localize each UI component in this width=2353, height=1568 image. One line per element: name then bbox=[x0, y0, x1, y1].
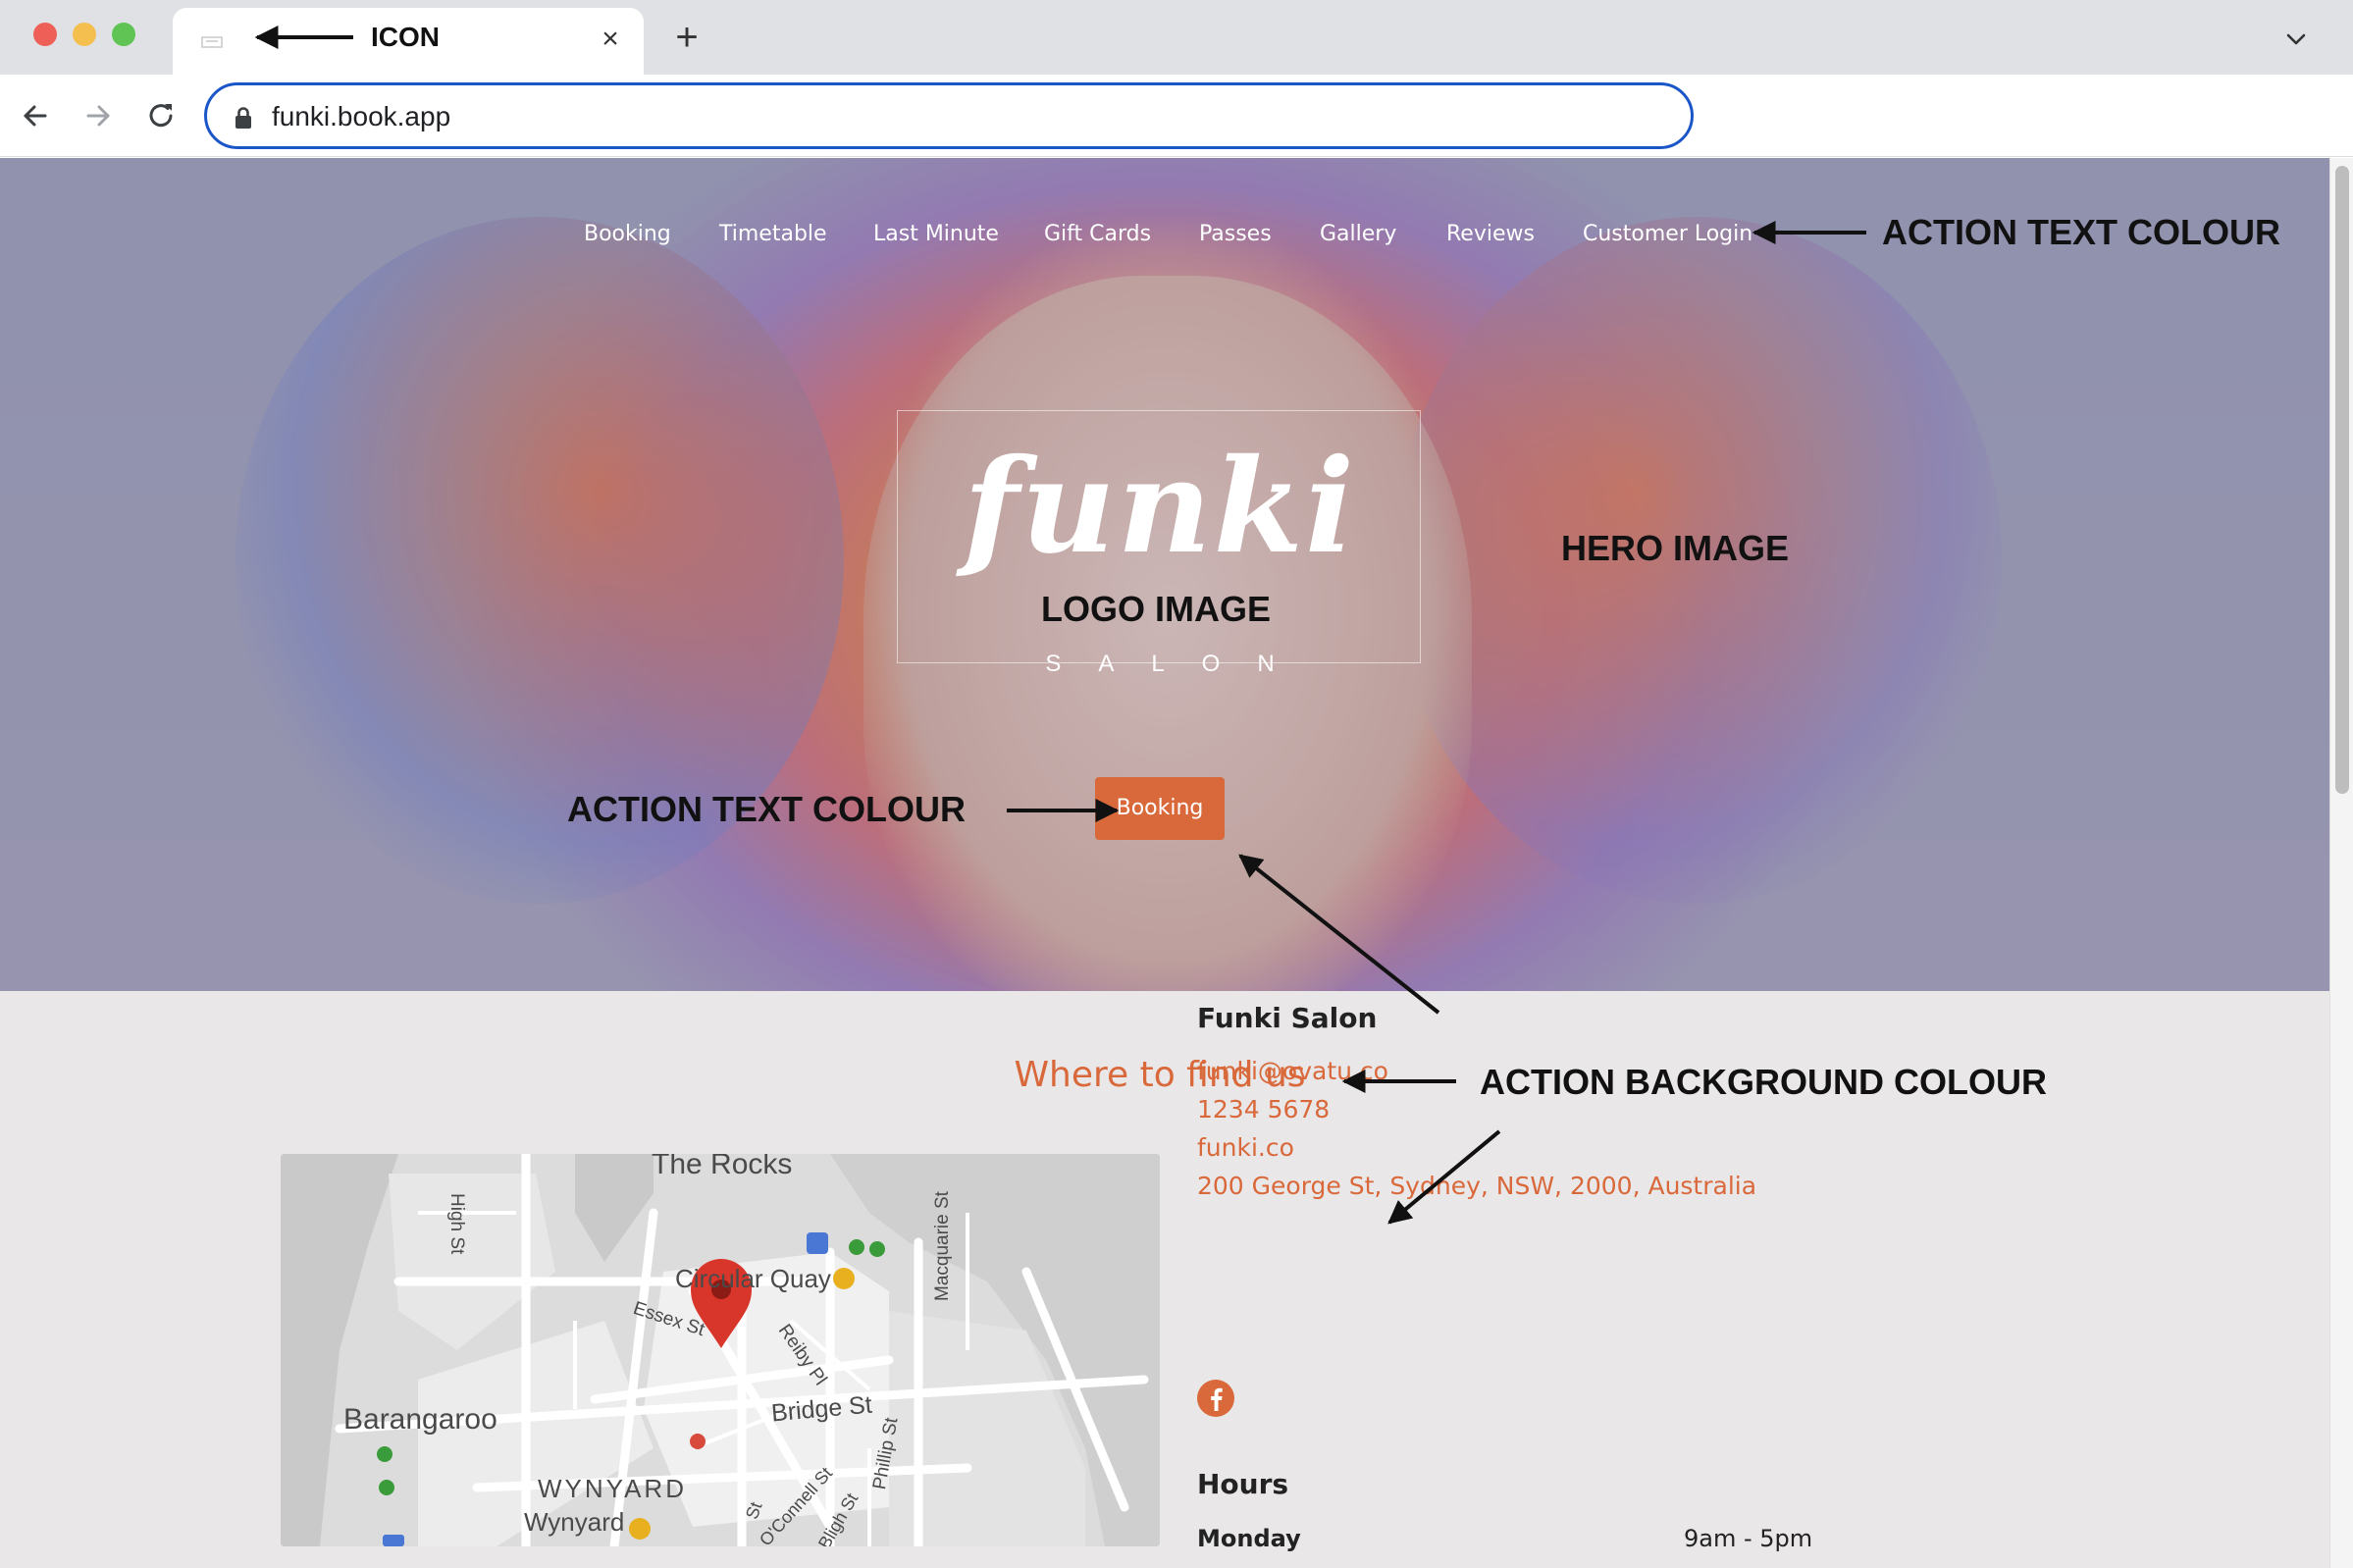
address-bar[interactable]: funki.book.app bbox=[204, 82, 1694, 149]
reload-icon[interactable] bbox=[141, 96, 181, 135]
map-label-high-st: High St bbox=[446, 1193, 467, 1255]
tab-strip: × + bbox=[0, 0, 2353, 75]
forward-arrow-icon[interactable] bbox=[78, 96, 118, 135]
logo-wordmark: funki bbox=[963, 431, 1357, 583]
nav-booking[interactable]: Booking bbox=[584, 215, 671, 254]
annotation-action-text-colour-nav: ACTION TEXT COLOUR bbox=[1882, 212, 2280, 252]
window-zoom-button[interactable] bbox=[112, 23, 135, 46]
map-label-circular-quay: Circular Quay bbox=[675, 1264, 831, 1293]
window-close-button[interactable] bbox=[33, 23, 57, 46]
phone-link[interactable]: 1234 5678 bbox=[1197, 1092, 1330, 1127]
email-link[interactable]: funki@ovatu.co bbox=[1197, 1054, 1388, 1089]
logo-subtitle: SALON bbox=[1045, 651, 1312, 677]
close-icon[interactable]: × bbox=[595, 24, 626, 55]
scrollbar-thumb[interactable] bbox=[2335, 166, 2349, 794]
location-map[interactable]: The Rocks High St Circular Quay Macquari… bbox=[281, 1154, 1160, 1546]
annotation-logo-image: LOGO IMAGE bbox=[1041, 589, 1271, 629]
annotation-action-background-colour: ACTION BACKGROUND COLOUR bbox=[1480, 1062, 2047, 1102]
map-label-wynyard: Wynyard bbox=[524, 1507, 625, 1537]
facebook-icon[interactable] bbox=[1197, 1380, 1234, 1417]
nav-timetable[interactable]: Timetable bbox=[719, 215, 827, 254]
hours-day: Monday bbox=[1197, 1525, 1301, 1552]
nav-customer-login[interactable]: Customer Login bbox=[1583, 215, 1752, 254]
website-link[interactable]: funki.co bbox=[1197, 1130, 1294, 1166]
address-link[interactable]: 200 George St, Sydney, NSW, 2000, Austra… bbox=[1197, 1169, 1756, 1204]
hours-heading: Hours bbox=[1197, 1468, 1289, 1500]
hours-time: 9am - 5pm bbox=[1684, 1525, 1813, 1552]
map-label-the-rocks: The Rocks bbox=[652, 1154, 793, 1180]
scrollbar[interactable] bbox=[2329, 158, 2353, 1568]
browser-toolbar: funki.book.app bbox=[0, 75, 2353, 157]
map-label-wynyard-area: WYNYARD bbox=[538, 1474, 687, 1503]
chevron-down-icon[interactable] bbox=[2282, 26, 2310, 53]
lock-icon bbox=[235, 107, 251, 129]
nav-last-minute[interactable]: Last Minute bbox=[873, 215, 999, 254]
page-content: Booking Timetable Last Minute Gift Cards… bbox=[0, 158, 2329, 1568]
nav-passes[interactable]: Passes bbox=[1199, 215, 1272, 254]
annotation-action-text-colour-button: ACTION TEXT COLOUR bbox=[567, 789, 966, 829]
window-minimize-button[interactable] bbox=[73, 23, 96, 46]
back-arrow-icon[interactable] bbox=[16, 96, 55, 135]
hero-image: Booking Timetable Last Minute Gift Cards… bbox=[0, 158, 2329, 991]
annotation-hero-image: HERO IMAGE bbox=[1561, 528, 1790, 568]
booking-button[interactable]: Booking bbox=[1095, 777, 1225, 840]
business-name: Funki Salon bbox=[1197, 1002, 1378, 1034]
annotation-icon: ICON bbox=[371, 22, 440, 52]
favicon-icon bbox=[201, 36, 223, 48]
url-text: funki.book.app bbox=[272, 101, 451, 131]
nav-reviews[interactable]: Reviews bbox=[1446, 215, 1535, 254]
plus-icon[interactable]: + bbox=[667, 18, 706, 57]
map-label-barangaroo: Barangaroo bbox=[343, 1403, 497, 1436]
map-label-macquarie-st: Macquarie St bbox=[932, 1191, 953, 1301]
nav-gallery[interactable]: Gallery bbox=[1320, 215, 1396, 254]
map-graphic bbox=[281, 1154, 1160, 1546]
nav-gift-cards[interactable]: Gift Cards bbox=[1044, 215, 1151, 254]
